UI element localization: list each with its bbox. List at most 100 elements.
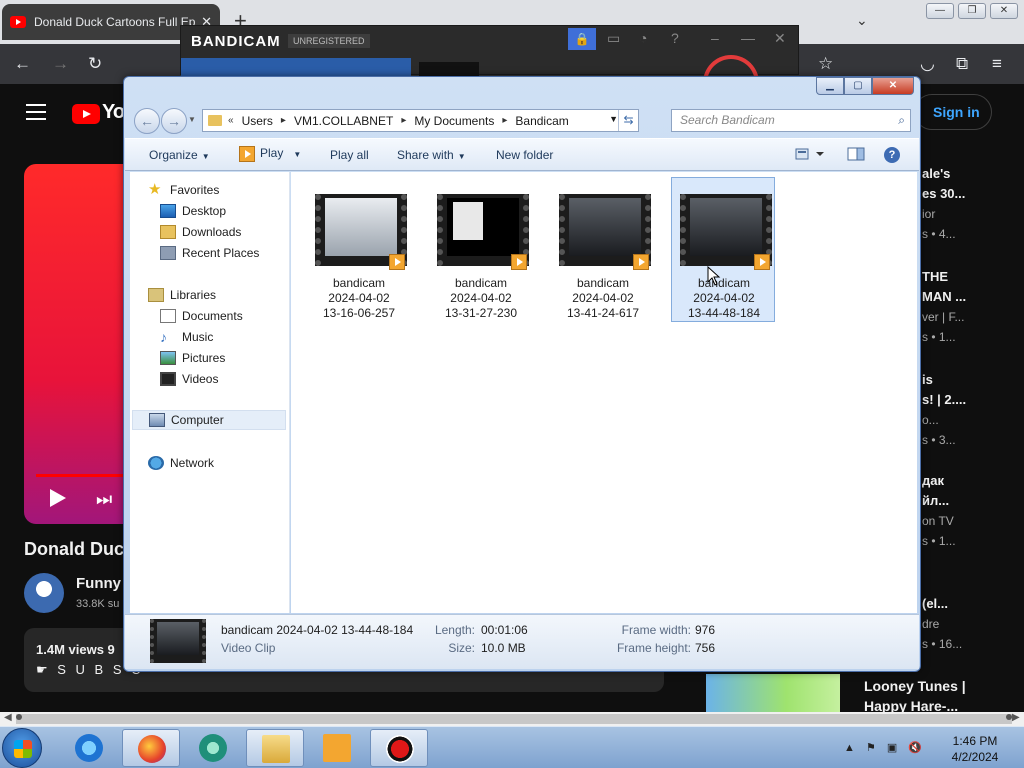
address-overflow-icon[interactable]: «: [228, 115, 234, 126]
change-view-icon[interactable]: [795, 147, 825, 164]
file-item[interactable]: bandicam 2024-04-02 13-31-27-230: [429, 178, 533, 323]
breadcrumb-separator-icon[interactable]: ▸: [401, 115, 406, 126]
play-button[interactable]: Play ▼: [239, 146, 301, 162]
folder-icon[interactable]: ▭: [607, 30, 620, 47]
related-meta: s • 4...: [922, 227, 956, 241]
share-with-button[interactable]: Share with ▼: [397, 148, 466, 162]
explorer-maximize-button[interactable]: ▢: [844, 77, 872, 95]
related-video-thumbnail[interactable]: [706, 674, 840, 712]
forward-button[interactable]: →: [161, 108, 187, 134]
clock-icon[interactable]: ◔: [639, 30, 647, 46]
breadcrumb-separator-icon[interactable]: ▸: [502, 115, 507, 126]
back-button[interactable]: ←: [134, 108, 160, 134]
nav-computer[interactable]: Computer: [132, 410, 286, 430]
forward-arrow-icon[interactable]: →: [52, 54, 69, 74]
taskbar-internet-explorer[interactable]: [60, 729, 118, 767]
bookmark-star-icon[interactable]: ☆: [818, 54, 833, 74]
scroll-left-icon[interactable]: ◀: [4, 712, 12, 723]
play-icon[interactable]: [50, 489, 66, 507]
action-center-flag-icon[interactable]: ⚑: [866, 742, 876, 754]
taskbar-bandicam[interactable]: [370, 729, 428, 767]
nav-label: Downloads: [182, 225, 242, 239]
refresh-icon[interactable]: ⇆: [618, 110, 638, 131]
channel-name[interactable]: Funny: [76, 575, 121, 592]
bandicam-hide-icon[interactable]: –: [711, 30, 719, 46]
file-name: bandicam 2024-04-02 13-31-27-230: [429, 276, 533, 321]
start-button[interactable]: [2, 728, 42, 768]
related-channel: o...: [922, 413, 939, 427]
file-item[interactable]: bandicam 2024-04-02 13-16-06-257: [307, 178, 411, 323]
file-time-line: 13-31-27-230: [444, 306, 518, 320]
extensions-icon[interactable]: ⧉: [956, 54, 968, 74]
file-item-selected[interactable]: bandicam 2024-04-02 13-44-48-184: [671, 177, 775, 322]
explorer-minimize-button[interactable]: ▁: [816, 77, 844, 95]
related-meta: s • 1...: [922, 534, 956, 548]
recent-pages-chevron-icon[interactable]: ▼: [188, 115, 196, 124]
address-dropdown-icon[interactable]: ▼: [609, 114, 618, 124]
taskbar-explorer[interactable]: [246, 729, 304, 767]
video-file-icon: [389, 254, 405, 270]
breadcrumb-my-documents[interactable]: My Documents: [414, 114, 494, 128]
network-status-icon[interactable]: ▣: [887, 742, 897, 754]
channel-avatar[interactable]: [24, 573, 64, 613]
video-player[interactable]: [24, 164, 134, 524]
window-close-button[interactable]: ✕: [990, 3, 1018, 19]
address-bar[interactable]: « Users ▸ VM1.COLLABNET ▸ My Documents ▸…: [202, 109, 639, 132]
bandicam-mode-strip-dark: [419, 62, 479, 76]
related-video-item[interactable]: дак йл... on TV s • 1...: [922, 471, 956, 551]
hamburger-menu-icon[interactable]: [26, 104, 46, 125]
tab-search-chevron-icon[interactable]: ⌄: [856, 12, 868, 29]
show-hidden-icons-icon[interactable]: ▲: [844, 742, 855, 754]
youtube-logo-icon[interactable]: [72, 104, 100, 124]
reload-icon[interactable]: ↻: [88, 54, 102, 74]
back-arrow-icon[interactable]: ←: [14, 54, 31, 74]
organize-button[interactable]: Organize ▼: [149, 148, 210, 162]
related-video-item[interactable]: ale's es 30... ior s • 4...: [922, 164, 965, 244]
video-progress-bar[interactable]: [36, 474, 134, 477]
explorer-close-button[interactable]: ✕: [872, 77, 914, 95]
breadcrumb-user[interactable]: VM1.COLLABNET: [294, 114, 393, 128]
play-all-button[interactable]: Play all: [330, 148, 369, 162]
pocket-icon[interactable]: ◡: [920, 54, 935, 74]
sign-in-button[interactable]: Sign in: [914, 94, 992, 130]
window-minimize-button[interactable]: —: [926, 3, 954, 19]
nav-network[interactable]: Network: [148, 453, 306, 473]
scrollbar-thumb[interactable]: [16, 714, 1012, 724]
scroll-right-icon[interactable]: ▶: [1012, 712, 1020, 723]
related-video-item[interactable]: is s! | 2.... o... s • 3...: [922, 370, 966, 450]
taskbar-video-player[interactable]: [308, 729, 366, 767]
breadcrumb-bandicam[interactable]: Bandicam: [515, 114, 568, 128]
frame-width-label: Frame width:: [621, 623, 691, 637]
taskbar-media-app[interactable]: [184, 729, 242, 767]
related-title-line: es 30...: [922, 186, 966, 201]
horizontal-scrollbar[interactable]: ◀ ▶: [0, 712, 1024, 726]
system-clock[interactable]: 1:46 PM 4/2/2024: [940, 733, 1010, 765]
file-date-line: 2024-04-02: [450, 291, 512, 305]
breadcrumb-users[interactable]: Users: [242, 114, 273, 128]
lock-icon[interactable]: 🔒: [568, 28, 596, 50]
help-icon[interactable]: ?: [884, 147, 900, 163]
volume-muted-icon[interactable]: 🔇: [908, 742, 922, 754]
related-video-item[interactable]: THE MAN ... ver | F... s • 1...: [922, 267, 966, 347]
search-icon[interactable]: ⌕: [898, 110, 905, 131]
help-icon[interactable]: ?: [671, 30, 679, 46]
bandicam-minimize-icon[interactable]: —: [741, 30, 755, 46]
bandicam-close-icon[interactable]: ✕: [774, 30, 786, 47]
next-icon[interactable]: ⏭: [96, 489, 112, 510]
browser-menu-icon[interactable]: ≡: [992, 54, 1002, 74]
nav-favorites[interactable]: ★ Favorites: [148, 180, 306, 200]
file-list: bandicam 2024-04-02 13-16-06-257 bandica…: [291, 172, 917, 613]
taskbar-firefox[interactable]: [122, 729, 180, 767]
nav-libraries[interactable]: Libraries: [148, 285, 306, 305]
videos-icon: [160, 372, 176, 386]
registration-status-badge[interactable]: UNREGISTERED: [288, 34, 370, 48]
related-video-title[interactable]: Looney Tunes | Happy Hare-...: [864, 676, 966, 716]
search-input[interactable]: Search Bandicam ⌕: [671, 109, 911, 132]
preview-pane-icon[interactable]: [847, 147, 865, 164]
window-maximize-button[interactable]: ❐: [958, 3, 986, 19]
file-item[interactable]: bandicam 2024-04-02 13-41-24-617: [551, 178, 655, 323]
related-video-item[interactable]: (el... dre s • 16...: [922, 594, 962, 654]
file-name-line: bandicam: [576, 276, 630, 290]
breadcrumb-separator-icon[interactable]: ▸: [281, 115, 286, 126]
new-folder-button[interactable]: New folder: [496, 148, 553, 162]
